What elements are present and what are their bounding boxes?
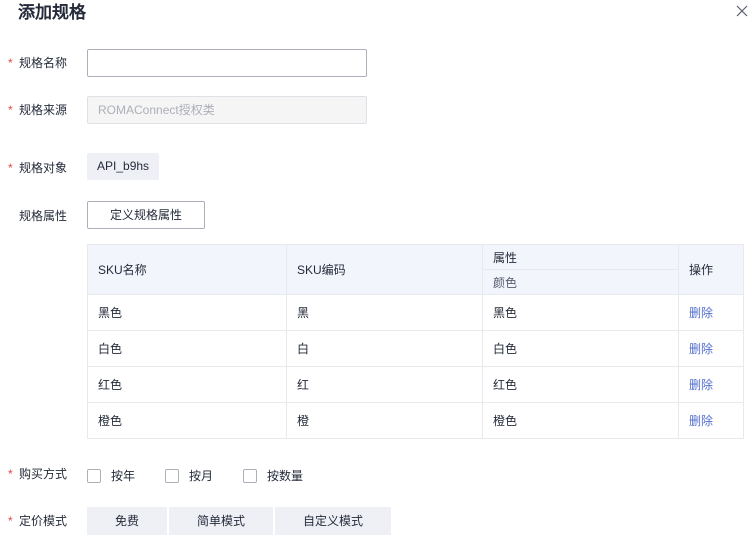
checkbox-box[interactable] (243, 468, 257, 483)
table-row: 白色 白 白色 删除 (87, 330, 744, 367)
delete-link[interactable]: 删除 (689, 414, 713, 428)
sku-name-cell: 黑色 (87, 294, 287, 331)
sku-color-cell: 白色 (482, 330, 679, 367)
pricing-mode-label: * 定价模式 (8, 514, 68, 528)
spec-name-input[interactable] (87, 49, 367, 77)
header-sku-code: SKU编码 (286, 244, 483, 295)
pricing-simple-button[interactable]: 简单模式 (169, 507, 273, 535)
sku-color-cell: 红色 (482, 366, 679, 403)
checkbox-box[interactable] (87, 468, 101, 483)
table-row: 橙色 橙 橙色 删除 (87, 402, 744, 439)
required-mark: * (8, 467, 13, 481)
define-spec-attr-button[interactable]: 定义规格属性 (87, 201, 205, 229)
sku-table: SKU名称 SKU编码 属性 操作 颜色 黑色 黑 黑色 删除 白色 白 白色 … (87, 244, 744, 439)
delete-link[interactable]: 删除 (689, 306, 713, 320)
header-action: 操作 (678, 244, 744, 295)
checkbox-by-quantity[interactable]: 按数量 (243, 467, 303, 484)
sku-code-cell: 红 (286, 366, 483, 403)
header-attribute-color: 颜色 (482, 269, 679, 295)
header-sku-name: SKU名称 (87, 244, 287, 295)
required-mark: * (8, 514, 13, 528)
sku-color-cell: 黑色 (482, 294, 679, 331)
close-icon[interactable] (735, 4, 749, 18)
checkbox-monthly[interactable]: 按月 (165, 467, 213, 484)
purchase-method-label: * 购买方式 (8, 467, 68, 481)
checkbox-box[interactable] (165, 468, 179, 483)
sku-name-cell: 橙色 (87, 402, 287, 439)
spec-object-tag: API_b9hs (87, 153, 160, 180)
table-row: 红色 红 红色 删除 (87, 366, 744, 403)
spec-name-label: * 规格名称 (8, 56, 68, 70)
sku-code-cell: 橙 (286, 402, 483, 439)
sku-code-cell: 白 (286, 330, 483, 367)
checkbox-yearly[interactable]: 按年 (87, 467, 135, 484)
pricing-custom-button[interactable]: 自定义模式 (275, 507, 391, 535)
spec-source-label: * 规格来源 (8, 103, 68, 117)
spec-attr-label: 规格属性 (19, 209, 68, 223)
sku-code-cell: 黑 (286, 294, 483, 331)
required-mark: * (8, 103, 13, 117)
sku-name-cell: 白色 (87, 330, 287, 367)
table-row: 黑色 黑 黑色 删除 (87, 294, 744, 331)
spec-source-field: ROMAConnect授权类 (87, 96, 367, 124)
required-mark: * (8, 56, 13, 70)
dialog-title: 添加规格 (18, 3, 86, 22)
required-mark: * (8, 161, 13, 175)
sku-name-cell: 红色 (87, 366, 287, 403)
delete-link[interactable]: 删除 (689, 378, 713, 392)
delete-link[interactable]: 删除 (689, 342, 713, 356)
spec-object-label: * 规格对象 (8, 161, 68, 175)
pricing-free-button[interactable]: 免费 (87, 507, 167, 535)
header-attribute: 属性 (482, 244, 679, 270)
sku-color-cell: 橙色 (482, 402, 679, 439)
